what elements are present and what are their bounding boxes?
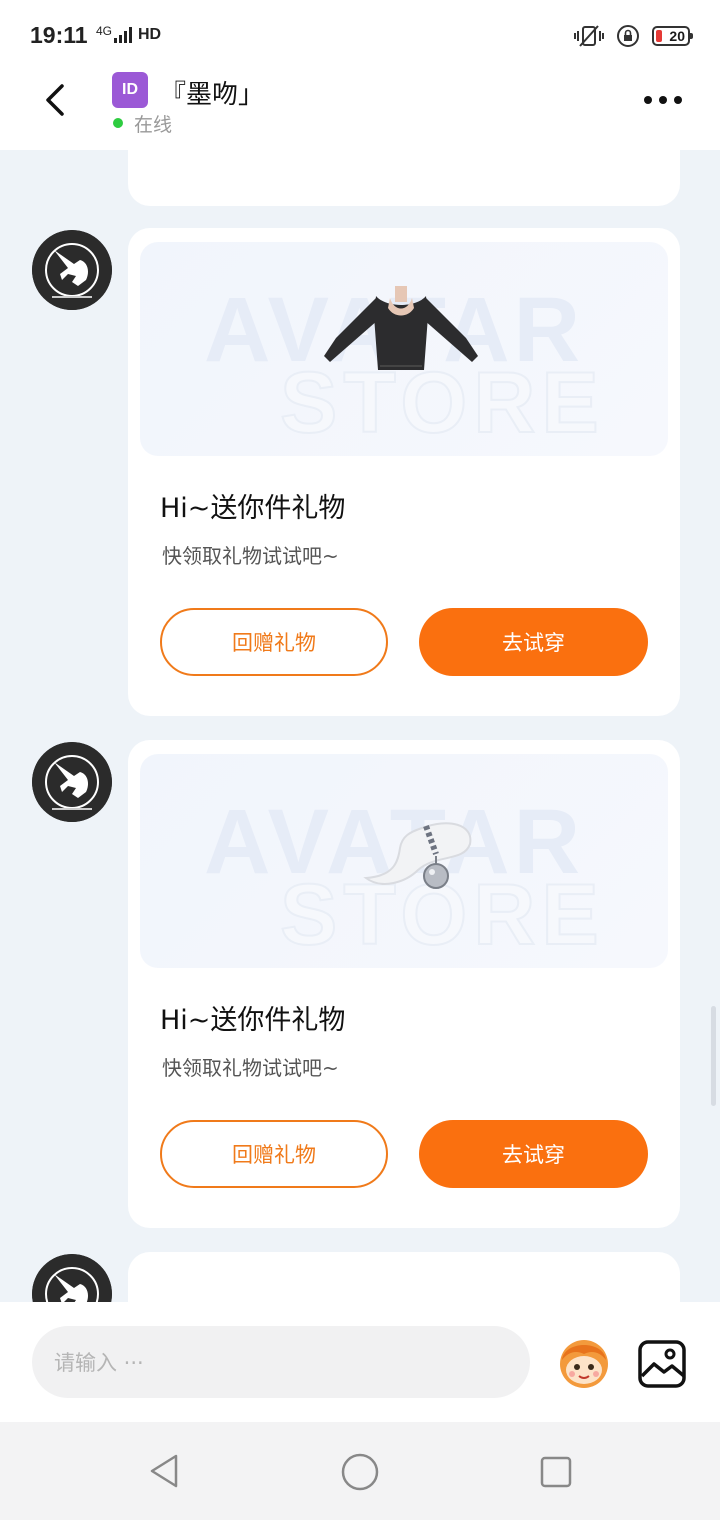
gift-subtitle: 快领取礼物试试吧~: [162, 544, 339, 568]
black-top-gift-icon: [324, 286, 478, 370]
status-time: 19:11: [30, 22, 88, 48]
avatar[interactable]: [32, 230, 112, 310]
nav-back-icon[interactable]: [146, 1452, 182, 1490]
system-nav-bar: [0, 1422, 720, 1520]
id-badge: ID: [112, 72, 148, 108]
chat-header: ID 『墨吻」 在线: [0, 70, 720, 150]
input-placeholder: 请输入 ···: [54, 1351, 144, 1375]
image-icon[interactable]: [636, 1338, 688, 1390]
status-bar: 19:11 4G HD 20: [0, 0, 720, 70]
gift-title: Hi~送你件礼物: [160, 1005, 346, 1036]
scroll-indicator[interactable]: [711, 1006, 716, 1106]
nav-home-icon[interactable]: [340, 1452, 380, 1492]
try-on-button[interactable]: 去试穿: [419, 1120, 648, 1188]
more-options-icon[interactable]: [644, 90, 684, 110]
signal-icon: [114, 27, 132, 43]
gift-image-panel[interactable]: AVATAR STORE: [140, 242, 668, 456]
message-input-bar: 请输入 ···: [0, 1302, 720, 1422]
gift-message-card: AVATAR STORE Hi~送你件礼物 快领取礼物试试吧~ 回赠礼物 去试穿: [128, 740, 680, 1228]
battery-fill: [656, 30, 662, 42]
dot: [674, 96, 682, 104]
battery-indicator: 20: [652, 26, 693, 46]
unicorn-logo-icon: [32, 1254, 112, 1302]
unicorn-logo-icon: [32, 230, 112, 310]
gift-image-panel[interactable]: AVATAR STORE: [140, 754, 668, 968]
vibrate-off-icon: [574, 25, 604, 47]
battery-level: 20: [669, 28, 685, 44]
rotation-lock-icon: [617, 25, 639, 47]
return-gift-button[interactable]: 回赠礼物: [160, 608, 388, 676]
hd-indicator: HD: [138, 26, 162, 43]
dot: [644, 96, 652, 104]
fluffy-tail-bell-icon: [363, 822, 472, 889]
online-status-dot: [113, 118, 123, 128]
gift-subtitle: 快领取礼物试试吧~: [162, 1056, 339, 1080]
unicorn-logo-icon: [32, 742, 112, 822]
dot: [659, 96, 667, 104]
chat-message-list[interactable]: AVATAR STORE Hi~送你件礼物 快领取礼物试试吧~ 回赠礼物 去试穿: [0, 150, 720, 1302]
gift-message-card-partial: [128, 1252, 680, 1302]
try-on-button[interactable]: 去试穿: [419, 608, 648, 676]
gift-title: Hi~送你件礼物: [160, 493, 346, 524]
sticker-face-icon[interactable]: [552, 1330, 616, 1394]
gift-card-partial: [128, 150, 680, 206]
avatar[interactable]: [32, 1254, 112, 1302]
status-right: 20: [574, 24, 693, 48]
online-status-text: 在线: [134, 114, 173, 136]
gift-message-card: AVATAR STORE Hi~送你件礼物 快领取礼物试试吧~ 回赠礼物 去试穿: [128, 228, 680, 716]
back-icon[interactable]: [36, 80, 76, 120]
avatar[interactable]: [32, 742, 112, 822]
message-input[interactable]: 请输入 ···: [32, 1326, 530, 1398]
network-type: 4G: [96, 24, 113, 38]
nav-recent-apps-icon[interactable]: [540, 1456, 572, 1488]
contact-name[interactable]: 『墨吻」: [160, 74, 264, 111]
return-gift-button[interactable]: 回赠礼物: [160, 1120, 388, 1188]
